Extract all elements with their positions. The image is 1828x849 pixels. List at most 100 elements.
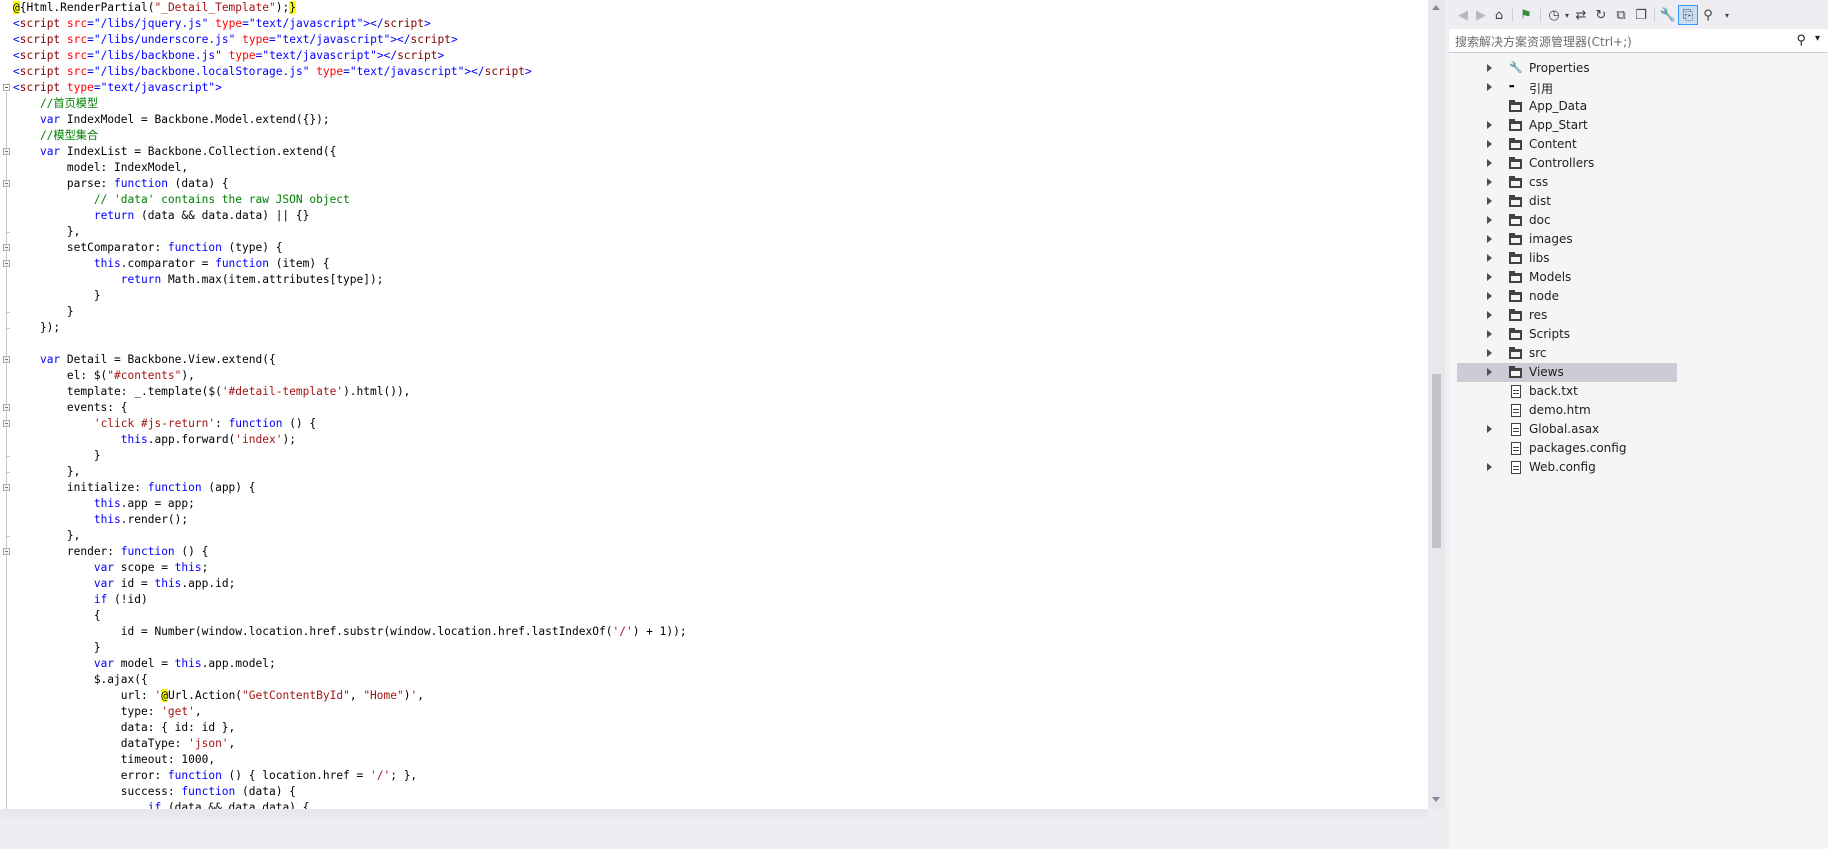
code-line[interactable]: success: function (data) { [13, 784, 1428, 800]
code-line[interactable]: initialize: function (app) { [13, 480, 1428, 496]
code-line[interactable]: model: IndexModel, [13, 160, 1428, 176]
expand-arrow-icon[interactable] [1487, 197, 1492, 205]
code-line[interactable]: { [13, 608, 1428, 624]
tree-item-images[interactable]: images [1457, 230, 1677, 249]
code-line[interactable]: this.app.forward('index'); [13, 432, 1428, 448]
tree-item-node[interactable]: node [1457, 287, 1677, 306]
code-line[interactable]: url: '@Url.Action("GetContentById", "Hom… [13, 688, 1428, 704]
home-icon[interactable]: ⌂ [1489, 5, 1509, 25]
tree-item-models[interactable]: Models [1457, 268, 1677, 287]
code-line[interactable]: var IndexModel = Backbone.Model.extend({… [13, 112, 1428, 128]
code-line[interactable]: var scope = this; [13, 560, 1428, 576]
code-line[interactable]: } [13, 288, 1428, 304]
show-all-files-icon[interactable]: ❐ [1631, 5, 1651, 25]
tree-item-properties[interactable]: 🔧 Properties [1457, 59, 1677, 78]
code-line[interactable]: render: function () { [13, 544, 1428, 560]
code-line[interactable]: events: { [13, 400, 1428, 416]
tree-item-views[interactable]: Views [1457, 363, 1677, 382]
tree-item-controllers[interactable]: Controllers [1457, 154, 1677, 173]
code-line[interactable]: // 'data' contains the raw JSON object [13, 192, 1428, 208]
code-line[interactable]: } [13, 448, 1428, 464]
search-options-dropdown-icon[interactable]: ▾ [1815, 33, 1820, 44]
code-line[interactable]: } [13, 640, 1428, 656]
search-icon[interactable]: ⚲ [1796, 32, 1806, 48]
class-view-icon[interactable]: ⚲ [1698, 5, 1718, 25]
code-line[interactable]: this.render(); [13, 512, 1428, 528]
code-line[interactable]: }); [13, 320, 1428, 336]
expand-arrow-icon[interactable] [1487, 292, 1492, 300]
code-line[interactable]: parse: function (data) { [13, 176, 1428, 192]
code-line[interactable]: <script src="/libs/backbone.js" type="te… [13, 48, 1428, 64]
code-line[interactable]: this.app = app; [13, 496, 1428, 512]
code-line[interactable]: type: 'get', [13, 704, 1428, 720]
tree-item--[interactable]: ▪▪ 引用 [1457, 78, 1677, 97]
expand-arrow-icon[interactable] [1487, 368, 1492, 376]
tree-item-dist[interactable]: dist [1457, 192, 1677, 211]
sync-icon[interactable]: ⇄ [1571, 5, 1591, 25]
tree-item-packages-config[interactable]: packages.config [1457, 439, 1677, 458]
tree-item-global-asax[interactable]: Global.asax [1457, 420, 1677, 439]
tree-item-app-data[interactable]: App_Data [1457, 97, 1677, 116]
preview-selected-icon[interactable]: ⎘ [1678, 5, 1698, 25]
code-line[interactable]: setComparator: function (type) { [13, 240, 1428, 256]
expand-arrow-icon[interactable] [1487, 159, 1492, 167]
code-line[interactable]: if (data && data.data) { [13, 800, 1428, 809]
code-line[interactable]: template: _.template($('#detail-template… [13, 384, 1428, 400]
code-line[interactable]: <script type="text/javascript"> [13, 80, 1428, 96]
code-line[interactable]: //模型集合 [13, 128, 1428, 144]
expand-arrow-icon[interactable] [1487, 254, 1492, 262]
dropdown-arrow-icon[interactable]: ▾ [1717, 5, 1737, 25]
refresh-icon[interactable]: ↻ [1591, 5, 1611, 25]
tree-item-scripts[interactable]: Scripts [1457, 325, 1677, 344]
collapse-all-icon[interactable]: ⧉ [1611, 5, 1631, 25]
scroll-up-icon[interactable] [1432, 5, 1440, 10]
code-line[interactable]: var id = this.app.id; [13, 576, 1428, 592]
code-line[interactable]: var model = this.app.model; [13, 656, 1428, 672]
properties-wrench-icon[interactable]: 🔧 [1658, 5, 1678, 25]
tree-item-doc[interactable]: doc [1457, 211, 1677, 230]
tree-item-back-txt[interactable]: back.txt [1457, 382, 1677, 401]
code-line[interactable]: var IndexList = Backbone.Collection.exte… [13, 144, 1428, 160]
editor-horizontal-scrollbar[interactable] [0, 809, 1428, 817]
code-line[interactable]: return (data && data.data) || {} [13, 208, 1428, 224]
expand-arrow-icon[interactable] [1487, 311, 1492, 319]
pending-changes-icon[interactable]: ⚑ [1516, 5, 1536, 25]
tree-item-src[interactable]: src [1457, 344, 1677, 363]
tree-item-content[interactable]: Content [1457, 135, 1677, 154]
expand-arrow-icon[interactable] [1487, 216, 1492, 224]
code-line[interactable]: el: $("#contents"), [13, 368, 1428, 384]
code-line[interactable]: error: function () { location.href = '/'… [13, 768, 1428, 784]
code-line[interactable]: if (!id) [13, 592, 1428, 608]
tree-item-app-start[interactable]: App_Start [1457, 116, 1677, 135]
expand-arrow-icon[interactable] [1487, 425, 1492, 433]
code-line[interactable]: 'click #js-return': function () { [13, 416, 1428, 432]
expand-arrow-icon[interactable] [1487, 121, 1492, 129]
code-line[interactable]: this.comparator = function (item) { [13, 256, 1428, 272]
editor-vertical-scrollbar[interactable] [1428, 0, 1445, 809]
code-line[interactable]: }, [13, 464, 1428, 480]
code-line[interactable]: }, [13, 528, 1428, 544]
tree-item-libs[interactable]: libs [1457, 249, 1677, 268]
code-line[interactable]: }, [13, 224, 1428, 240]
code-line[interactable]: //首页模型 [13, 96, 1428, 112]
expand-arrow-icon[interactable] [1487, 330, 1492, 338]
expand-arrow-icon[interactable] [1487, 273, 1492, 281]
forward-arrow-icon[interactable]: ▶ [1471, 5, 1491, 25]
code-line[interactable]: id = Number(window.location.href.substr(… [13, 624, 1428, 640]
code-line[interactable]: } [13, 304, 1428, 320]
expand-arrow-icon[interactable] [1487, 349, 1492, 357]
tree-item-demo-htm[interactable]: demo.htm [1457, 401, 1677, 420]
code-line[interactable]: data: { id: id }, [13, 720, 1428, 736]
code-line[interactable]: $.ajax({ [13, 672, 1428, 688]
tree-item-web-config[interactable]: Web.config [1457, 458, 1677, 477]
code-line[interactable]: return Math.max(item.attributes[type]); [13, 272, 1428, 288]
expand-arrow-icon[interactable] [1487, 140, 1492, 148]
code-line[interactable] [13, 336, 1428, 352]
expand-arrow-icon[interactable] [1487, 83, 1492, 91]
back-arrow-icon[interactable]: ◀ [1453, 5, 1473, 25]
explorer-search-box[interactable]: 搜索解决方案资源管理器(Ctrl+;) ⚲ ▾ [1449, 29, 1828, 53]
scroll-down-icon[interactable] [1432, 797, 1440, 802]
expand-arrow-icon[interactable] [1487, 64, 1492, 72]
code-line[interactable]: <script src="/libs/backbone.localStorage… [13, 64, 1428, 80]
tree-item-res[interactable]: res [1457, 306, 1677, 325]
